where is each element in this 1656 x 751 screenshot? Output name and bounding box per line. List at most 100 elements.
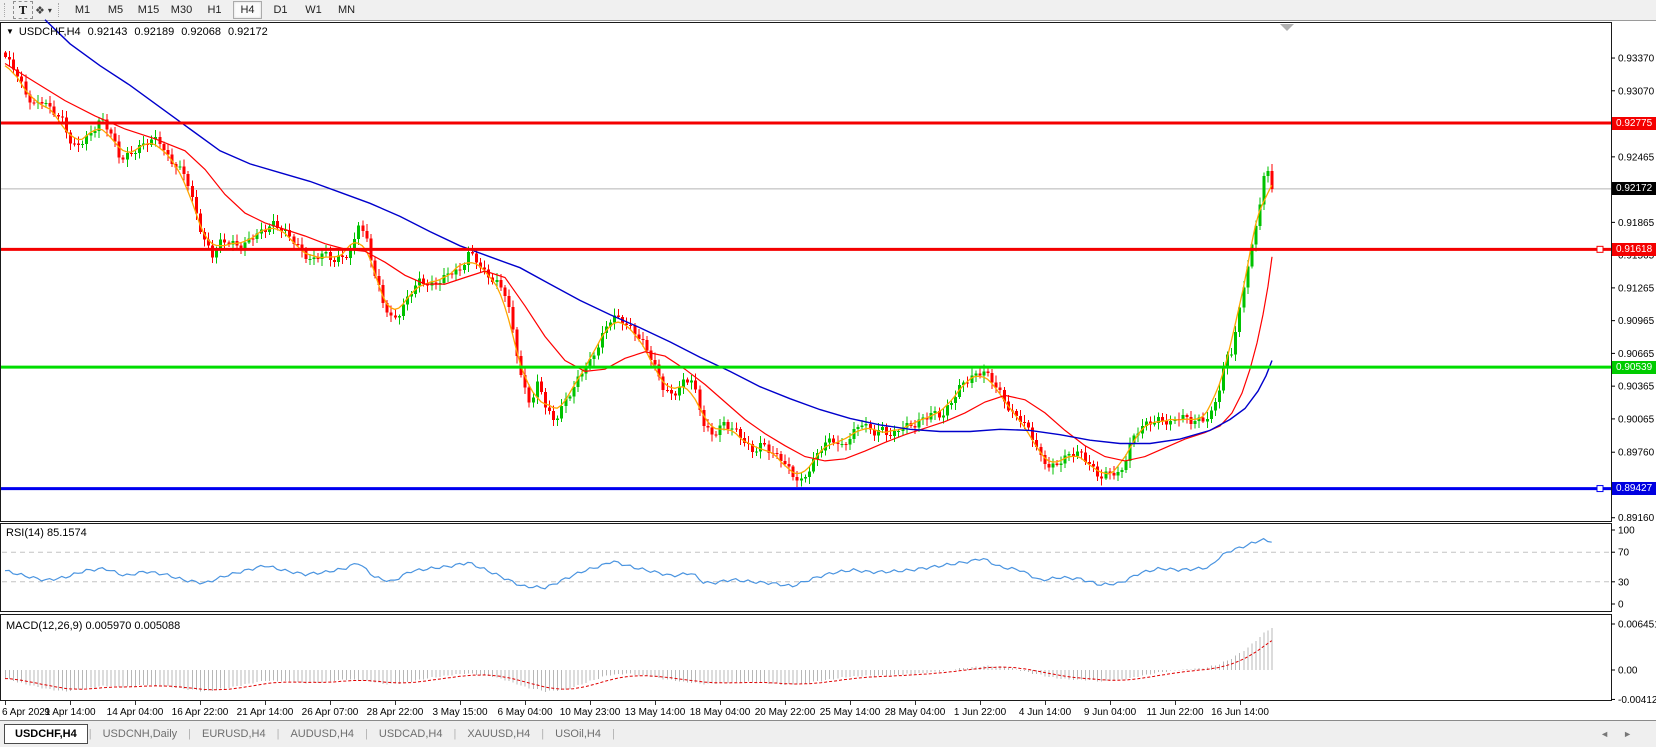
candle-body bbox=[731, 429, 734, 430]
status-strip bbox=[0, 747, 1656, 751]
candle-body bbox=[365, 231, 368, 239]
chart-tab-usdcnh[interactable]: USDCNH,Daily bbox=[93, 725, 188, 743]
collapse-icon[interactable]: ▼ bbox=[6, 27, 14, 36]
candle-body bbox=[1060, 464, 1063, 465]
candle-body bbox=[950, 403, 953, 405]
candle-body bbox=[118, 142, 121, 158]
candle-body bbox=[4, 53, 7, 57]
time-axis[interactable]: 6 Apr 20219 Apr 14:0014 Apr 04:0016 Apr … bbox=[2, 701, 1269, 718]
open-value: 0.92143 bbox=[88, 26, 128, 38]
candle-body bbox=[130, 153, 133, 154]
line-drag-handle[interactable] bbox=[1597, 486, 1603, 492]
candle-body bbox=[361, 225, 364, 230]
scroll-right-icon[interactable]: ► bbox=[1623, 729, 1646, 739]
candle-body bbox=[211, 245, 214, 257]
candle-body bbox=[463, 265, 466, 270]
candle-body bbox=[1210, 410, 1213, 419]
candle-body bbox=[1068, 454, 1071, 456]
candle-body bbox=[735, 429, 738, 430]
scroll-left-icon[interactable]: ◄ bbox=[1600, 729, 1623, 739]
tab-divider: | bbox=[611, 728, 616, 740]
candle-body bbox=[499, 280, 502, 287]
time-tick-label: 28 Apr 22:00 bbox=[367, 707, 424, 718]
macd-axis-label: 0.006451 bbox=[1618, 620, 1656, 631]
time-tick-label: 28 May 04:00 bbox=[885, 707, 946, 718]
time-tick-label: 26 Apr 07:00 bbox=[302, 707, 359, 718]
candle-body bbox=[475, 253, 478, 262]
candle-body bbox=[715, 435, 718, 436]
price-tick-label: 0.90365 bbox=[1618, 382, 1655, 393]
candle-body bbox=[191, 186, 194, 197]
candle-body bbox=[800, 479, 803, 481]
candle-body bbox=[885, 427, 888, 435]
candle-body bbox=[946, 405, 949, 415]
chart-tab-usdcad[interactable]: USDCAD,H4 bbox=[369, 725, 453, 743]
candle-body bbox=[41, 102, 44, 103]
candle-body bbox=[325, 252, 328, 253]
candle-body bbox=[828, 438, 831, 442]
level-price-badge: 0.92775 bbox=[1612, 117, 1656, 130]
candle-body bbox=[568, 397, 571, 399]
price-tick-label: 0.89760 bbox=[1618, 448, 1655, 459]
candle-body bbox=[1027, 423, 1030, 428]
candle-body bbox=[556, 418, 559, 419]
price-tick-label: 0.90965 bbox=[1618, 316, 1655, 327]
time-tick-label: 6 May 04:00 bbox=[497, 707, 552, 718]
candle-body bbox=[110, 130, 113, 134]
time-tick-label: 20 May 22:00 bbox=[755, 707, 816, 718]
candle-body bbox=[893, 431, 896, 436]
candle-body bbox=[61, 116, 64, 117]
candle-body bbox=[857, 427, 860, 429]
candle-body bbox=[402, 305, 405, 317]
candle-body bbox=[560, 406, 563, 419]
chart-tabs: USDCHF,H4|USDCNH,Daily|EURUSD,H4|AUDUSD,… bbox=[4, 723, 616, 745]
candle-body bbox=[654, 360, 657, 365]
candle-body bbox=[313, 258, 316, 259]
candle-body bbox=[1218, 390, 1221, 402]
chart-canvas[interactable]: 0.933700.930700.924650.918650.915650.912… bbox=[0, 0, 1656, 720]
chart-tab-xauusd[interactable]: XAUUSD,H4 bbox=[457, 725, 540, 743]
candle-body bbox=[1165, 421, 1168, 424]
candle-body bbox=[974, 374, 977, 376]
price-tick-label: 0.93370 bbox=[1618, 54, 1655, 65]
candle-body bbox=[678, 387, 681, 395]
chart-tab-usoil[interactable]: USOil,H4 bbox=[545, 725, 611, 743]
candle-body bbox=[1230, 355, 1233, 356]
price-tick-label: 0.93070 bbox=[1618, 86, 1655, 97]
candle-body bbox=[20, 77, 23, 82]
chart-tab-audusd[interactable]: AUDUSD,H4 bbox=[280, 725, 364, 743]
candle-body bbox=[57, 115, 60, 116]
close-value: 0.92172 bbox=[228, 26, 268, 38]
candle-body bbox=[645, 340, 648, 350]
chart-title: ▼USDCHF,H40.921430.921890.920680.92172 bbox=[6, 26, 268, 38]
chart-tab-usdchf[interactable]: USDCHF,H4 bbox=[4, 724, 88, 744]
low-value: 0.92068 bbox=[181, 26, 221, 38]
price-tick-label: 0.90665 bbox=[1618, 349, 1655, 360]
candle-body bbox=[1072, 454, 1075, 456]
candle-body bbox=[759, 443, 762, 451]
candle-body bbox=[507, 296, 510, 307]
candle-body bbox=[881, 427, 884, 430]
candle-body bbox=[727, 422, 730, 429]
candle-body bbox=[304, 250, 307, 259]
level-price-badge: 0.90539 bbox=[1612, 361, 1656, 374]
chart-tab-bar: USDCHF,H4|USDCNH,Daily|EURUSD,H4|AUDUSD,… bbox=[0, 720, 1656, 751]
candle-body bbox=[45, 103, 48, 104]
candle-body bbox=[897, 431, 900, 432]
candle-body bbox=[1125, 461, 1128, 470]
time-tick-label: 13 May 14:00 bbox=[625, 707, 686, 718]
candle-body bbox=[755, 451, 758, 452]
candle-body bbox=[629, 325, 632, 326]
candle-body bbox=[252, 239, 255, 240]
candle-body bbox=[670, 390, 673, 393]
candle-body bbox=[394, 315, 397, 317]
candle-body bbox=[1047, 464, 1050, 467]
candle-body bbox=[349, 250, 352, 257]
candle-body bbox=[532, 397, 535, 402]
line-drag-handle[interactable] bbox=[1597, 246, 1603, 252]
chart-tab-eurusd[interactable]: EURUSD,H4 bbox=[192, 725, 276, 743]
time-tick-label: 16 Jun 14:00 bbox=[1211, 707, 1269, 718]
candle-body bbox=[179, 166, 182, 167]
tab-scroll-arrows: ◄► bbox=[1600, 729, 1646, 739]
candle-body bbox=[309, 259, 312, 260]
